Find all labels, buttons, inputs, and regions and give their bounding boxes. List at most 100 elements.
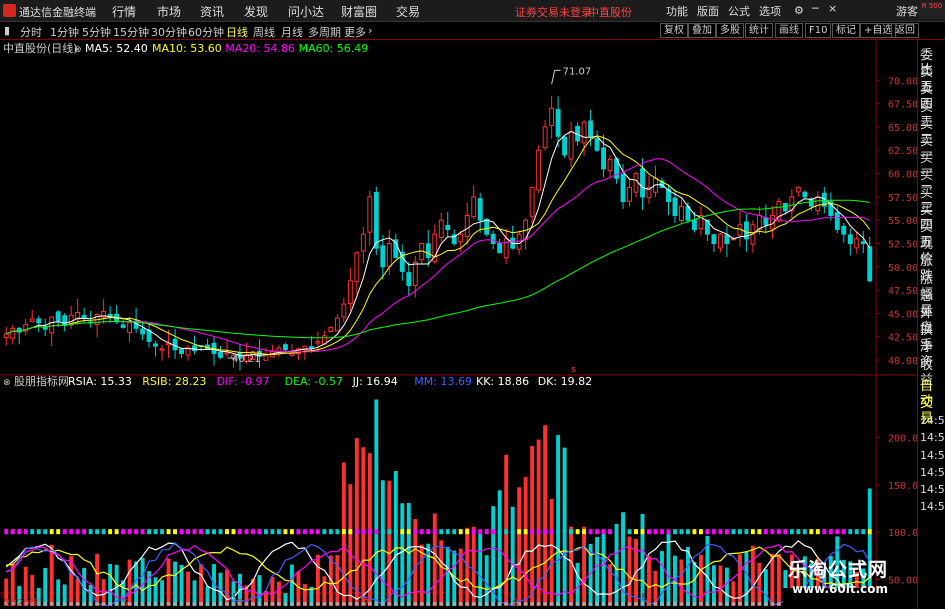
level-100-band xyxy=(815,529,820,535)
menu-hangqing[interactable]: 行情 xyxy=(112,3,136,20)
level-100-band xyxy=(776,529,781,535)
baseline-marker xyxy=(692,602,697,606)
oscillator-bar xyxy=(199,564,203,606)
indicator-ma60: MA60: 56.49 xyxy=(299,42,369,55)
button-biaoji[interactable]: 标记 xyxy=(832,23,860,38)
oscillator-bar xyxy=(341,462,346,606)
menu-shichang[interactable]: 市场 xyxy=(157,3,181,20)
tab-daily[interactable]: 日线 xyxy=(226,24,248,40)
sub-toggle-icon[interactable]: ⊗ xyxy=(3,378,11,388)
baseline-marker xyxy=(763,602,768,606)
candle-body xyxy=(490,233,496,244)
baseline-marker xyxy=(595,602,600,606)
close-icon[interactable]: × xyxy=(828,2,837,15)
button-tongji[interactable]: 统计 xyxy=(745,23,773,38)
tab-5min[interactable]: 5分钟 xyxy=(82,24,111,40)
trade-status[interactable]: 证券交易未登录 xyxy=(515,4,592,20)
level-100-band xyxy=(757,529,762,535)
x-tick-label: 2020年 xyxy=(4,596,39,609)
low-price-label: 40.21 xyxy=(232,354,261,365)
menu-jiaoyi[interactable]: 交易 xyxy=(396,3,420,20)
panel-badge[interactable]: R 500 xyxy=(919,2,945,19)
menu-caifuquan[interactable]: 财富圈 xyxy=(341,3,377,20)
level-100-band xyxy=(744,529,749,535)
quote-item-25[interactable]: 14:56 xyxy=(920,482,945,497)
tab-monthly[interactable]: 月线 xyxy=(281,24,303,40)
tab-15min[interactable]: 15分钟 xyxy=(113,24,149,40)
quote-item-21[interactable]: 14:56 xyxy=(920,413,945,428)
oscillator-bar xyxy=(296,571,301,606)
menu-zixun[interactable]: 资讯 xyxy=(200,3,224,20)
guest-label[interactable]: 游客 xyxy=(896,3,918,19)
candle-body xyxy=(406,272,412,286)
minimize-icon[interactable]: ─ xyxy=(812,2,819,15)
quote-item-22[interactable]: 14:56 xyxy=(920,430,945,445)
level-100-band xyxy=(270,529,275,535)
level-100-band xyxy=(828,529,833,535)
level-100-band xyxy=(692,529,697,535)
menu-gongshi[interactable]: 公式 xyxy=(728,3,750,19)
menu-banmian[interactable]: 版面 xyxy=(697,3,719,19)
level-100-band xyxy=(225,529,229,535)
quote-item-23[interactable]: 14:56 xyxy=(920,448,945,463)
menu-faxian[interactable]: 发现 xyxy=(244,3,268,20)
tab-fenshi[interactable]: 分时 xyxy=(20,24,42,40)
oscillator-bar xyxy=(686,547,690,606)
level-100-band xyxy=(23,529,28,535)
oscillator-bar xyxy=(315,554,320,606)
baseline-marker xyxy=(335,602,340,606)
menu-xuanxiang[interactable]: 选项 xyxy=(759,3,781,19)
candle-body xyxy=(308,346,314,349)
level-100-band xyxy=(510,529,515,535)
baseline-marker xyxy=(283,602,288,606)
quote-item-24[interactable]: 14:56 xyxy=(920,465,945,480)
more-chevron-icon[interactable]: › xyxy=(368,24,372,37)
level-100-band xyxy=(374,529,379,535)
baseline-marker xyxy=(471,602,476,606)
menu-wenxiaoda[interactable]: 问小达 xyxy=(288,3,324,20)
candle-body xyxy=(282,344,288,351)
baseline-marker xyxy=(770,602,775,606)
baseline-marker xyxy=(153,602,158,606)
level-100-band xyxy=(238,529,242,535)
tab-30min[interactable]: 30分钟 xyxy=(151,24,187,40)
candle-body xyxy=(354,252,360,283)
toolbar-menu-icon[interactable]: ▮ xyxy=(4,24,10,37)
menu-gongneng[interactable]: 功能 xyxy=(666,3,688,19)
level-100-band xyxy=(465,529,470,535)
candle-body xyxy=(159,348,165,351)
baseline-marker xyxy=(192,602,197,606)
button-duogu[interactable]: 多股 xyxy=(716,23,744,38)
baseline-marker xyxy=(225,602,229,606)
ma-toggle-icon[interactable]: ⊗ xyxy=(74,45,82,55)
tab-multi-period[interactable]: 多周期 xyxy=(308,24,341,40)
sub-y-tick-label: 50.00 xyxy=(888,576,917,587)
tab-weekly[interactable]: 周线 xyxy=(253,24,275,40)
baseline-marker xyxy=(666,602,671,606)
level-100-band xyxy=(212,529,216,535)
button-huaxian[interactable]: 画线 xyxy=(775,23,803,38)
baseline-marker xyxy=(673,602,677,606)
baseline-marker xyxy=(354,602,359,606)
level-100-band xyxy=(179,529,184,535)
baseline-marker xyxy=(95,602,100,606)
tab-1min[interactable]: 1分钟 xyxy=(50,24,79,40)
candle-body xyxy=(711,234,717,244)
sub-chart-title: 股朋指标网 xyxy=(14,374,69,388)
baseline-marker xyxy=(413,602,418,606)
tab-60min[interactable]: 60分钟 xyxy=(188,24,224,40)
kline-chart[interactable]: 70.00 67.50 65.00 62.50 60.00 57.50 55.00 52.50… xyxy=(0,40,917,609)
quote-item-26[interactable]: 14:56 xyxy=(920,499,945,514)
baseline-marker xyxy=(744,602,749,606)
button-f10[interactable]: F10 xyxy=(805,23,832,38)
settings-icon[interactable]: ⚙ xyxy=(794,4,804,17)
y-tick-label: 57.50 xyxy=(888,193,917,204)
sub-indicator-dif: DIF: -0.97 xyxy=(217,375,270,388)
baseline-marker xyxy=(199,602,203,606)
baseline-marker xyxy=(62,602,67,606)
level-100-band xyxy=(647,529,651,535)
button-fuquan[interactable]: 复权 xyxy=(660,23,688,38)
tab-more[interactable]: 更多 xyxy=(344,24,366,40)
button-back[interactable]: 返回 xyxy=(891,23,919,38)
button-diejia[interactable]: 叠加 xyxy=(688,23,716,38)
